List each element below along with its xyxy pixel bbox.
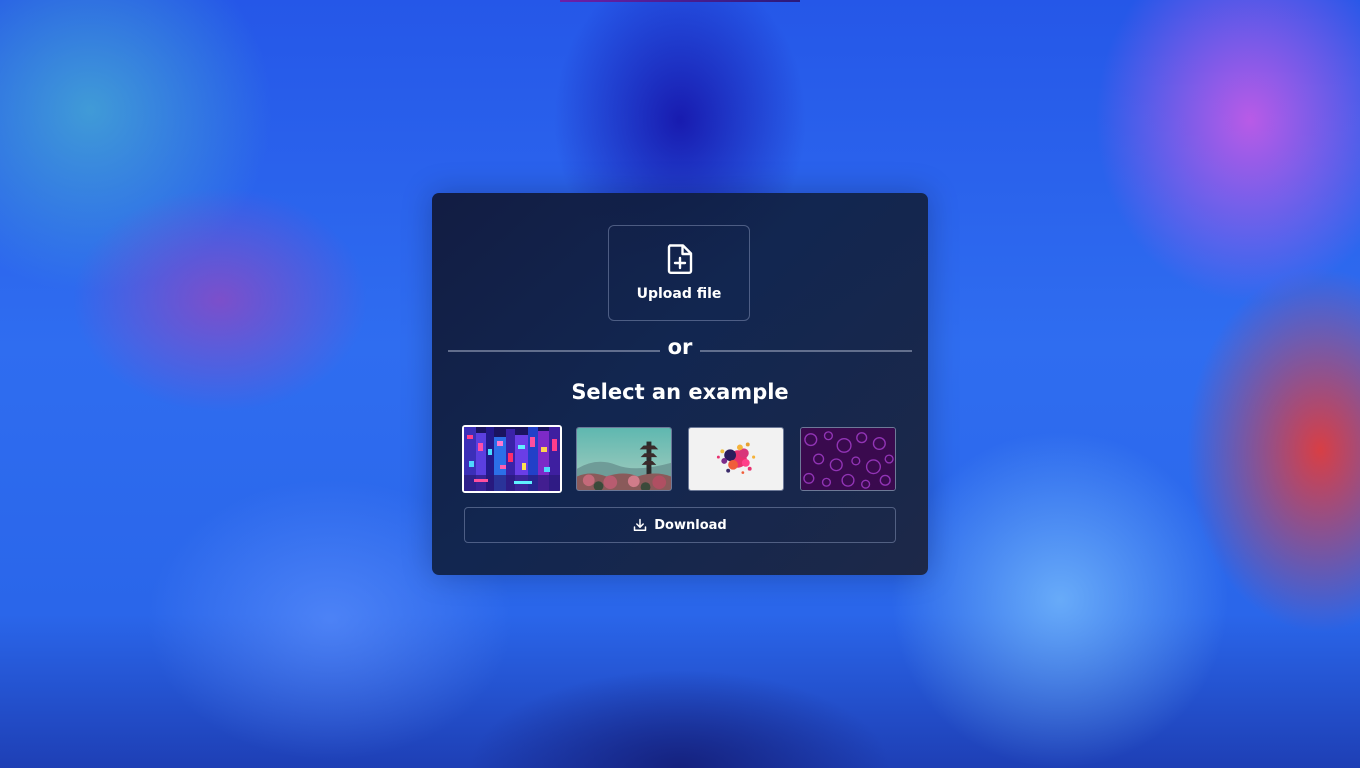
divider-left <box>448 350 660 352</box>
or-separator: or <box>667 335 693 359</box>
top-accent-bar <box>560 0 800 2</box>
divider-right <box>700 350 912 352</box>
purple-bubbles-image <box>801 428 895 490</box>
example-thumbnail-pagoda[interactable] <box>576 427 672 491</box>
example-thumbnail-purple-bubbles[interactable] <box>800 427 896 491</box>
download-label: Download <box>654 517 727 533</box>
download-button[interactable]: Download <box>464 507 896 543</box>
upload-file-label: Upload file <box>636 286 722 302</box>
upload-file-button[interactable]: Upload file <box>608 225 750 321</box>
download-icon <box>634 518 647 532</box>
upload-panel: Upload file or Select an example Downloa… <box>432 193 928 575</box>
example-thumbnail-neon-city[interactable] <box>462 425 562 493</box>
pagoda-image <box>577 428 671 490</box>
paint-splash-image <box>689 428 783 490</box>
example-thumbnail-paint-splash[interactable] <box>688 427 784 491</box>
file-plus-icon <box>667 244 693 274</box>
select-example-title: Select an example <box>571 380 789 404</box>
neon-city-image <box>464 427 560 491</box>
